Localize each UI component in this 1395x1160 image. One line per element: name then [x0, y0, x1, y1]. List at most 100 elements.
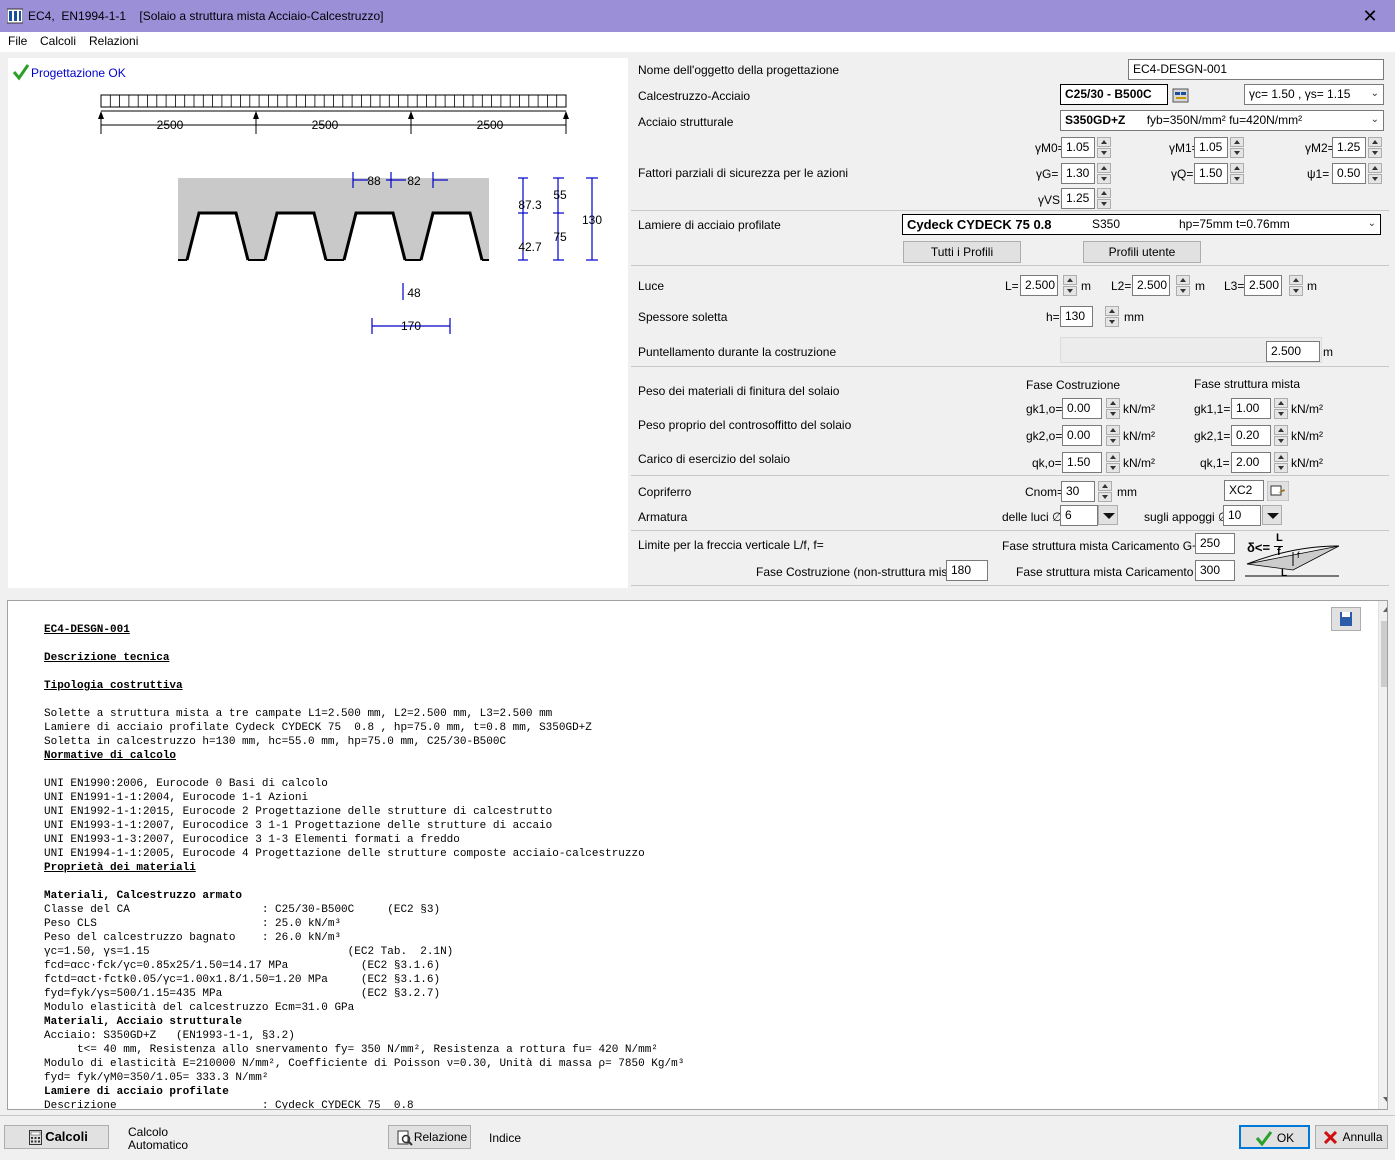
- gm2-input[interactable]: 1.25: [1332, 137, 1366, 158]
- psi1-input[interactable]: 0.50: [1332, 163, 1366, 184]
- report-line: UNI EN1992-1-1:2015, Eurocode 2 Progetta…: [44, 806, 553, 818]
- cnom-input[interactable]: 30: [1061, 481, 1095, 502]
- gk1o-spinner[interactable]: [1106, 398, 1120, 419]
- exposure-class-field[interactable]: XC2: [1224, 480, 1264, 501]
- span-l2-spinner[interactable]: [1176, 275, 1190, 296]
- qko-input[interactable]: 1.50: [1062, 452, 1102, 473]
- index-link[interactable]: Indice: [489, 1131, 521, 1145]
- save-report-icon[interactable]: [1331, 607, 1361, 631]
- close-button[interactable]: ✕: [1349, 3, 1391, 29]
- gk11-input[interactable]: 1.00: [1231, 398, 1271, 419]
- user-profiles-button[interactable]: Profili utente: [1083, 241, 1201, 263]
- bottom-bar: Calcoli Calcolo Automatico Relazione Ind…: [0, 1115, 1395, 1160]
- gk21-input[interactable]: 0.20: [1231, 425, 1271, 446]
- gk21-spinner[interactable]: [1274, 425, 1288, 446]
- gk11-spinner[interactable]: [1274, 398, 1288, 419]
- qk1-input[interactable]: 2.00: [1231, 452, 1271, 473]
- steel-grade-combo[interactable]: S350GD+Z fyb=350N/mm² fu=420N/mm² ⌄: [1060, 110, 1384, 131]
- deflection-constr-input[interactable]: 180: [946, 560, 988, 581]
- rebar-support-dropdown[interactable]: [1262, 505, 1282, 525]
- gq-input[interactable]: 1.50: [1194, 163, 1228, 184]
- report-line: γc=1.50, γs=1.15 (EC2 Tab. 2.1N): [44, 946, 454, 958]
- report-line: UNI EN1993-1-1:2007, Eurocodice 3 1-1 Pr…: [44, 820, 553, 832]
- rebar-span-input[interactable]: 6: [1060, 505, 1098, 526]
- gm0-input[interactable]: 1.05: [1061, 137, 1095, 158]
- gvs-input[interactable]: 1.25: [1061, 188, 1095, 209]
- gq-spinner[interactable]: [1230, 163, 1244, 184]
- check-icon: [1255, 1131, 1273, 1146]
- materials-panel: Nome dell'oggetto della progettazione EC…: [631, 58, 1389, 211]
- menu-calcoli[interactable]: Calcoli: [40, 34, 76, 48]
- propping-input[interactable]: 2.500: [1266, 341, 1320, 362]
- rebar-label: Armatura: [638, 510, 688, 524]
- propping-unit: m: [1323, 345, 1333, 359]
- dim-rib-bottom: 48: [407, 286, 421, 300]
- gm1-input[interactable]: 1.05: [1194, 137, 1228, 158]
- ok-button[interactable]: OK: [1239, 1125, 1310, 1149]
- span-l-spinner[interactable]: [1063, 275, 1077, 296]
- formula-numerator: L: [1276, 532, 1283, 544]
- report-line: fyd=fyk/γs=500/1.15=435 MPa (EC2 §3.2.7): [44, 988, 441, 1000]
- gamma-combo[interactable]: γc= 1.50 , γs= 1.15 ⌄: [1244, 84, 1384, 105]
- menu-file[interactable]: File: [8, 34, 27, 48]
- report-button[interactable]: Relazione: [388, 1125, 471, 1149]
- scroll-up-icon[interactable]: [1383, 607, 1387, 612]
- psi1-spinner[interactable]: [1368, 163, 1382, 184]
- concrete-grade-field[interactable]: C25/30 - B500C: [1060, 84, 1168, 105]
- qko-unit: kN/m²: [1123, 456, 1155, 470]
- gk21-label: gk2,1=: [1194, 429, 1231, 443]
- span-l3-spinner[interactable]: [1289, 275, 1303, 296]
- edit-material-icon[interactable]: [1172, 86, 1190, 104]
- calc-button[interactable]: Calcoli: [4, 1125, 109, 1149]
- rebar-support-input[interactable]: 10: [1223, 505, 1261, 526]
- dim-pitch: 170: [401, 319, 421, 333]
- cnom-spinner[interactable]: [1098, 481, 1112, 502]
- span-dim-2: 2500: [312, 118, 339, 132]
- all-profiles-button[interactable]: Tutti i Profili: [903, 241, 1021, 263]
- gm1-spinner[interactable]: [1230, 137, 1244, 158]
- scroll-thumb[interactable]: [1381, 621, 1387, 687]
- span-l-input[interactable]: 2.500: [1020, 275, 1058, 296]
- deflection-q-input[interactable]: 300: [1195, 560, 1235, 581]
- report-scrollbar[interactable]: [1378, 601, 1387, 1109]
- gk2o-input[interactable]: 0.00: [1062, 425, 1102, 446]
- menu-relazioni[interactable]: Relazioni: [89, 34, 138, 48]
- gm2-label: γM2=: [1305, 141, 1335, 155]
- rebar-support-label: sugli appoggi ∅: [1144, 510, 1229, 524]
- report-view[interactable]: EC4-DESGN-001 Descrizione tecnica Tipolo…: [7, 600, 1388, 1110]
- gm2-spinner[interactable]: [1368, 137, 1382, 158]
- dim-h-left-b: 42.7: [518, 240, 542, 254]
- gk2o-spinner[interactable]: [1106, 425, 1120, 446]
- gg-input[interactable]: 1.30: [1061, 163, 1095, 184]
- thickness-label: Spessore soletta: [638, 310, 728, 324]
- decking-combo[interactable]: Cydeck CYDECK 75 0.8 S350 hp=75mm t=0.76…: [902, 214, 1381, 235]
- gm0-spinner[interactable]: [1097, 137, 1111, 158]
- gg-spinner[interactable]: [1097, 163, 1111, 184]
- qk1-spinner[interactable]: [1274, 452, 1288, 473]
- diagram-f-label: f: [1297, 550, 1300, 560]
- rebar-span-dropdown[interactable]: [1098, 505, 1118, 525]
- auto-calc-label-1: Calcolo: [128, 1125, 169, 1139]
- gk1o-input[interactable]: 0.00: [1062, 398, 1102, 419]
- thickness-spinner[interactable]: [1105, 306, 1119, 327]
- object-name-input[interactable]: EC4-DESGN-001: [1128, 59, 1384, 80]
- gk2o-label: gk2,o=: [1026, 429, 1063, 443]
- dim-h-total: 130: [582, 213, 602, 227]
- report-line: Lamiere di acciaio profilate Cydeck CYDE…: [44, 722, 592, 734]
- scroll-down-icon[interactable]: [1383, 1097, 1387, 1102]
- deflection-label: Limite per la freccia verticale L/f, f=: [638, 538, 824, 552]
- thickness-input[interactable]: 130: [1060, 306, 1093, 327]
- object-name-label: Nome dell'oggetto della progettazione: [638, 63, 840, 77]
- auto-calc-label-2: Automatico: [128, 1138, 189, 1152]
- gk11-label: gk1,1=: [1194, 402, 1231, 416]
- qko-spinner[interactable]: [1106, 452, 1120, 473]
- deflection-gq-input[interactable]: 250: [1195, 533, 1235, 554]
- cancel-button[interactable]: Annulla: [1315, 1125, 1388, 1149]
- gg-label: γG=: [1036, 167, 1059, 181]
- decking-label: Lamiere di acciaio profilate: [638, 218, 781, 232]
- span-l2-input[interactable]: 2.500: [1132, 275, 1170, 296]
- gvs-spinner[interactable]: [1097, 188, 1111, 209]
- exposure-select-icon[interactable]: [1267, 481, 1289, 501]
- qk1-unit: kN/m²: [1291, 456, 1323, 470]
- span-l3-input[interactable]: 2.500: [1244, 275, 1282, 296]
